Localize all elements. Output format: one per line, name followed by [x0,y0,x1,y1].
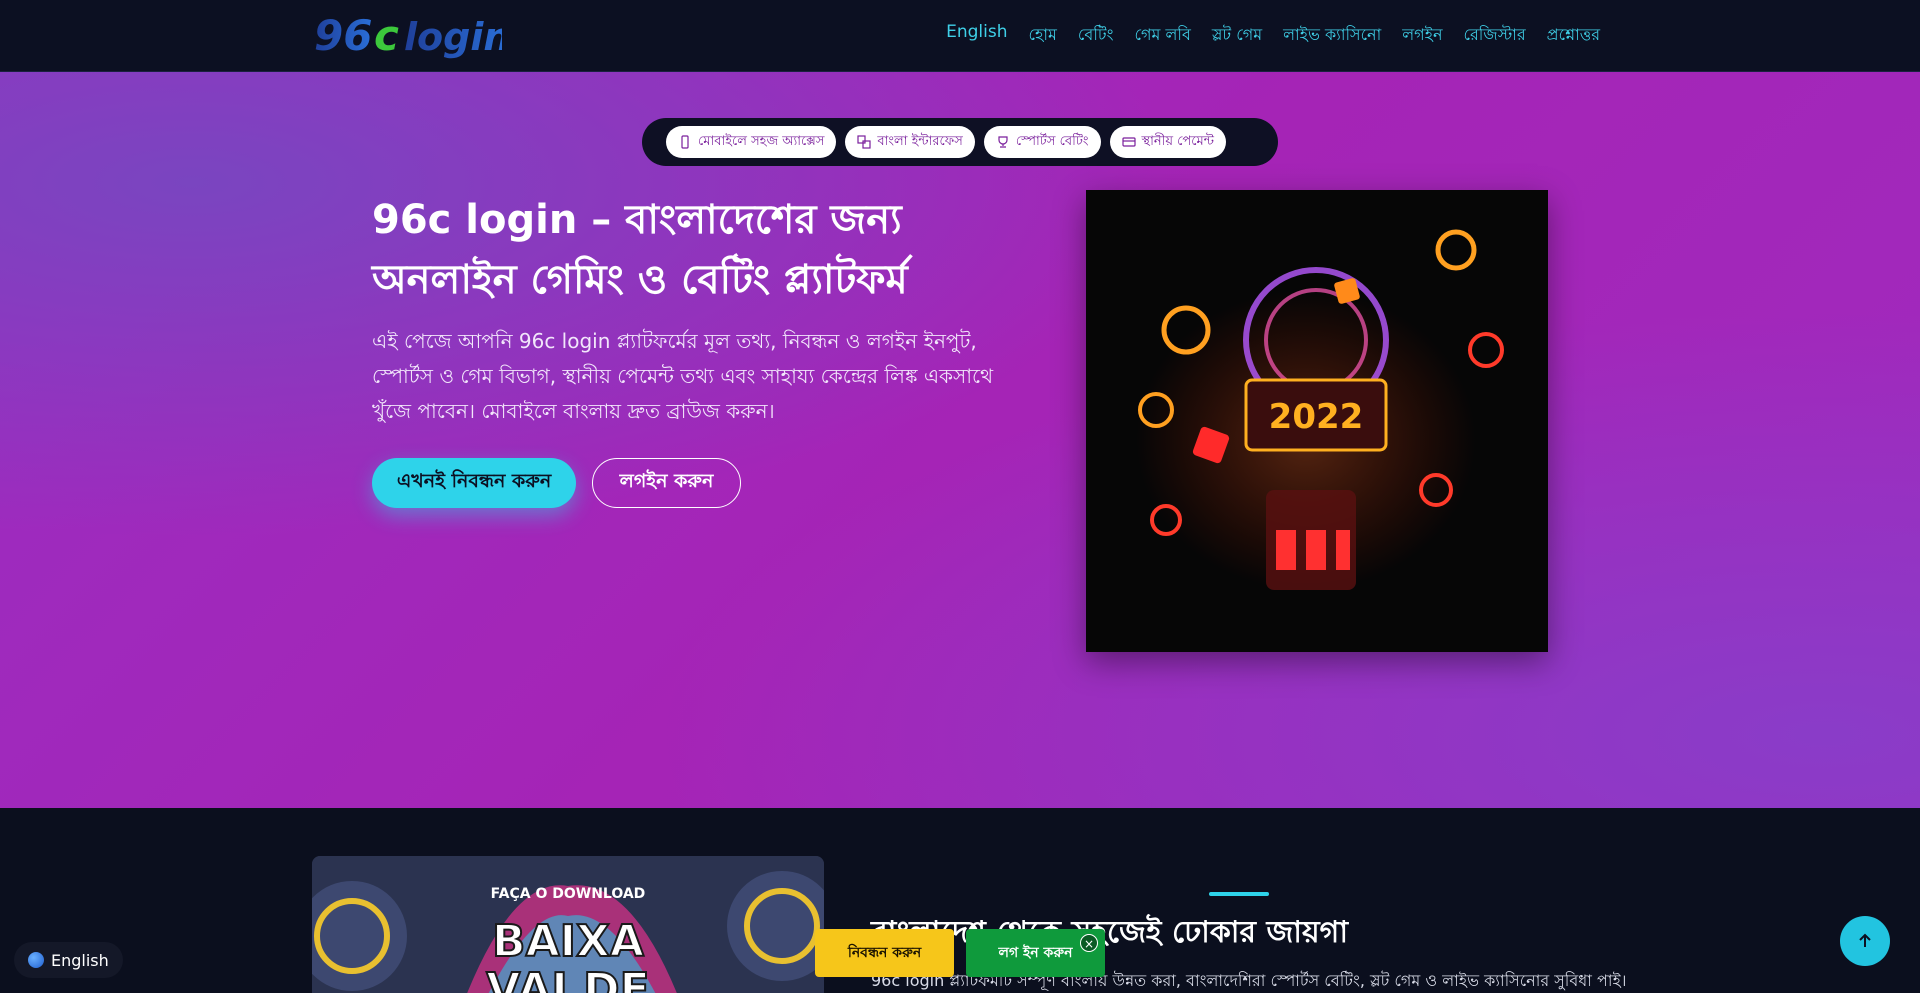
banner-text-baixa: BAIXA [492,916,644,967]
banner-text-download: FAÇA O DOWNLOAD [491,886,646,902]
site-logo[interactable]: 96 c login [312,8,510,62]
pill-label: স্থানীয় পেমেন্ট [1141,133,1214,149]
section-accent-bar [1209,892,1269,896]
globe-icon [28,952,44,968]
scroll-to-top-button[interactable] [1840,916,1890,966]
download-banner-image: FAÇA O DOWNLOAD BAIXA VAI DE [312,856,824,993]
svg-text:96: 96 [314,11,372,60]
nav-register[interactable]: রেজিস্টার [1464,22,1526,49]
nav-faq[interactable]: প্রশ্নোত্তর [1547,22,1600,49]
pill-bangla-interface: বাংলা ইন্টারফেস [845,126,975,158]
language-switcher[interactable]: English [14,942,123,978]
site-header: 96 c login English হোম বেটিং গেম লবি স্ল… [0,0,1920,72]
hero-image-text: 2022 [1269,397,1364,437]
nav-slot-games[interactable]: স্লট গেম [1212,22,1262,49]
feature-pills: মোবাইলে সহজ অ্যাক্সেস বাংলা ইন্টারফেস স্… [642,118,1278,166]
pill-sports-betting: স্পোর্টস বেটিং [983,126,1101,158]
pill-label: বাংলা ইন্টারফেস [877,133,963,149]
nav-home[interactable]: হোম [1029,22,1057,49]
hero-section: মোবাইলে সহজ অ্যাক্সেস বাংলা ইন্টারফেস স্… [0,72,1920,808]
pill-label: মোবাইলে সহজ অ্যাক্সেস [698,133,825,149]
svg-text:login: login [404,15,502,59]
nav-game-lobby[interactable]: গেম লবি [1135,22,1191,49]
close-icon[interactable]: × [1080,934,1098,952]
hero-title: 96c login – বাংলাদেশের জন্য অনলাইন গেমিং… [372,197,908,303]
main-nav: English হোম বেটিং গেম লবি স্লট গেম লাইভ … [946,22,1600,49]
svg-text:c: c [374,11,399,60]
banner-text-vai-de: VAI DE [486,964,649,993]
entry-section: FAÇA O DOWNLOAD BAIXA VAI DE বাংলাদেশ থে… [0,808,1920,993]
card-icon [1121,135,1136,149]
nav-live-casino[interactable]: লাইভ ক্যাসিনো [1283,22,1381,49]
nav-betting[interactable]: বেটিং [1078,22,1114,49]
pill-local-payment: স্থানীয় পেমেন্ট [1109,126,1226,158]
nav-english[interactable]: English [946,22,1007,49]
hero-casino-image: 2022 [1086,190,1548,652]
trophy-icon [996,135,1010,149]
mobile-icon [678,135,692,149]
translate-icon [857,135,872,149]
pill-label: স্পোর্টস বেটিং [1015,133,1089,149]
pill-mobile-access: মোবাইলে সহজ অ্যাক্সেস [666,126,837,158]
nav-login[interactable]: লগইন [1402,22,1442,49]
login-button[interactable]: লগইন করুন [592,458,741,508]
language-label: English [51,950,109,970]
hero-description: এই পেজে আপনি 96c login প্ল্যাটফর্মের মূল… [372,329,994,423]
arrow-up-icon [1859,933,1871,947]
register-now-button[interactable]: এখনই নিবন্ধন করুন [372,458,576,508]
floating-register-button[interactable]: নিবন্ধন করুন [815,929,954,977]
